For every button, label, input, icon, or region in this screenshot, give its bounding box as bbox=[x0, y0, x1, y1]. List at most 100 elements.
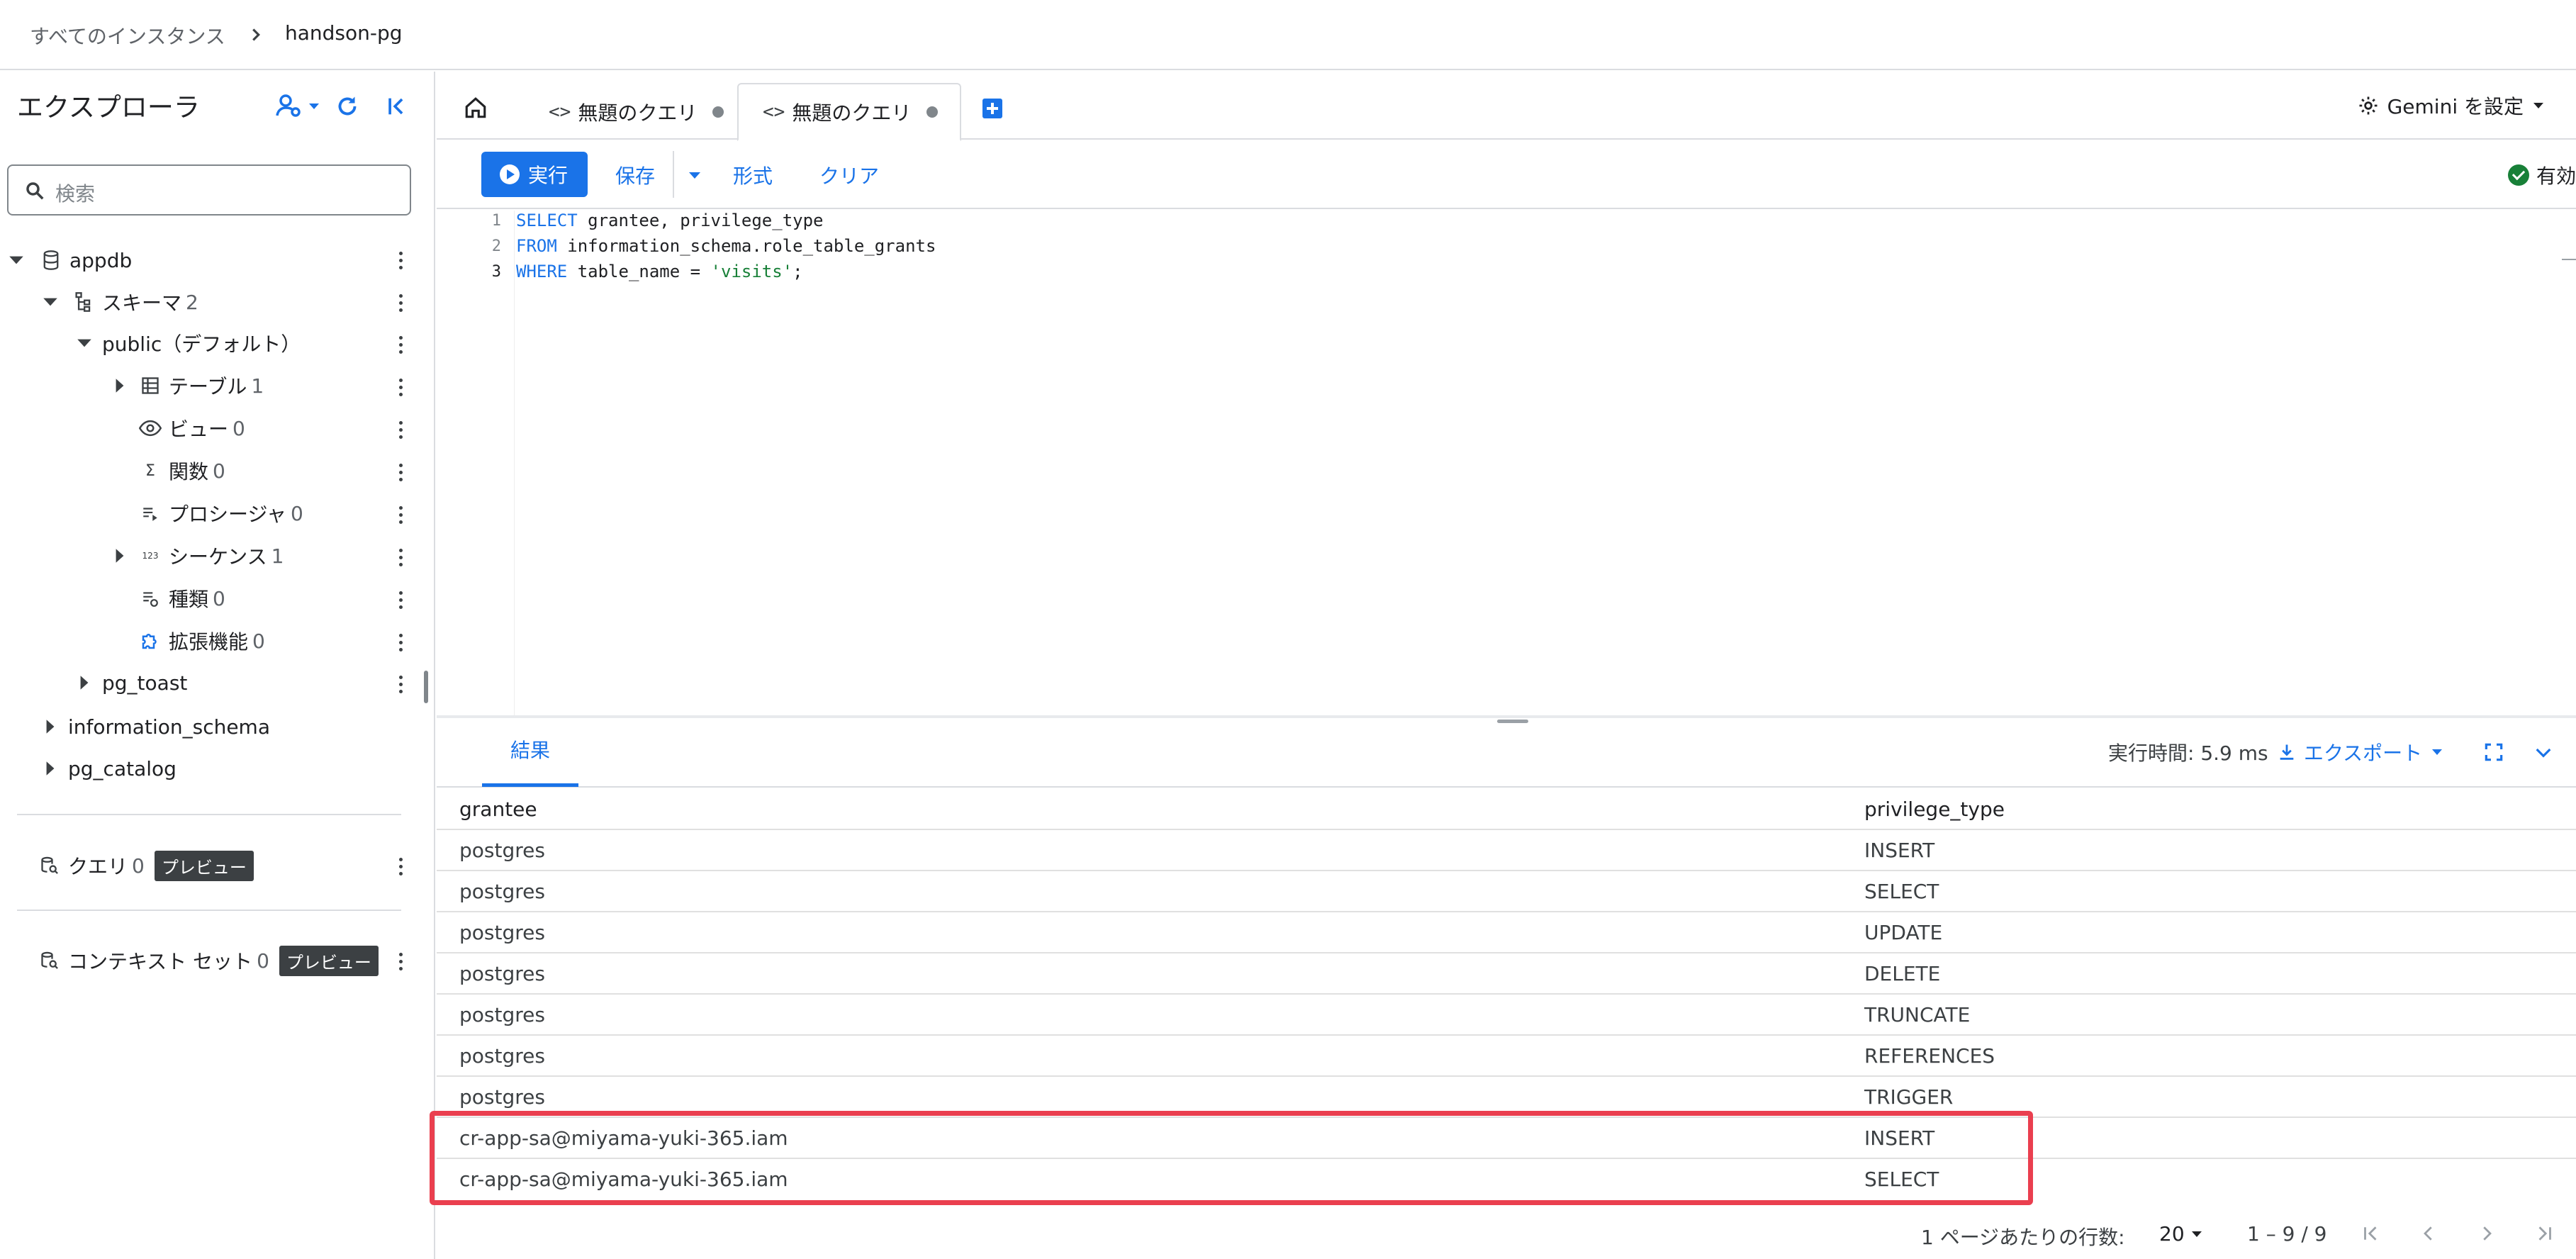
tab-untitled-query-1[interactable]: <> 無題のクエリ bbox=[537, 83, 760, 141]
caret-down-icon[interactable] bbox=[41, 293, 60, 311]
more-options-icon[interactable] bbox=[393, 373, 408, 401]
sql-keyword: SELECT bbox=[516, 211, 578, 230]
manage-users-button[interactable] bbox=[269, 90, 326, 123]
tree-item-procedures[interactable]: プロシージャ 0 bbox=[139, 493, 303, 533]
preview-badge: プレビュー bbox=[154, 850, 254, 881]
export-button[interactable]: エクスポート bbox=[2277, 738, 2443, 766]
tree-item-functions[interactable]: Σ 関数 0 bbox=[139, 451, 225, 491]
tree-item-extensions[interactable]: 拡張機能 0 bbox=[139, 621, 265, 661]
tree-item-public-schema[interactable]: public（デフォルト） bbox=[75, 323, 301, 363]
tab-label: 無題のクエリ bbox=[578, 101, 698, 125]
collapse-results-button[interactable] bbox=[2528, 737, 2559, 768]
query-search-icon bbox=[38, 854, 61, 877]
tree-item-schemas[interactable]: スキーマ 2 bbox=[41, 282, 198, 322]
caret-right-icon[interactable] bbox=[41, 759, 60, 778]
tree-item-information-schema[interactable]: information_schema bbox=[41, 707, 270, 746]
gear-sparkle-icon bbox=[2359, 96, 2378, 115]
tree-item-pg-toast[interactable]: pg_toast bbox=[75, 663, 187, 703]
tab-untitled-query-2[interactable]: <> 無題のクエリ bbox=[737, 83, 961, 141]
previous-page-button[interactable] bbox=[2414, 1219, 2443, 1248]
more-options-icon[interactable] bbox=[393, 330, 408, 359]
first-page-icon bbox=[2364, 1226, 2377, 1241]
collapse-left-icon bbox=[388, 98, 403, 115]
more-options-icon[interactable] bbox=[393, 543, 408, 571]
cell-privilege-type: INSERT bbox=[1864, 1126, 1935, 1150]
explorer-search-input[interactable]: 検索 bbox=[7, 164, 411, 216]
save-button[interactable]: 保存 bbox=[615, 161, 655, 189]
table-row: postgres INSERT bbox=[437, 830, 2576, 871]
more-options-icon[interactable] bbox=[393, 586, 408, 614]
caret-right-icon[interactable] bbox=[41, 717, 60, 736]
more-options-icon[interactable] bbox=[393, 947, 408, 975]
code-line: FROM information_schema.role_table_grant… bbox=[516, 236, 936, 256]
column-header-grantee[interactable]: grantee bbox=[459, 798, 537, 821]
next-page-button[interactable] bbox=[2473, 1219, 2501, 1248]
rows-per-page-label: 1 ページあたりの行数: bbox=[1921, 1226, 2125, 1249]
gemini-settings-button[interactable]: Gemini を設定 bbox=[2358, 91, 2545, 120]
last-page-button[interactable] bbox=[2531, 1219, 2559, 1248]
tree-count: 0 bbox=[257, 949, 269, 973]
more-options-icon[interactable] bbox=[393, 852, 408, 880]
more-options-icon[interactable] bbox=[393, 670, 408, 698]
sql-text: ; bbox=[793, 262, 803, 281]
refresh-button[interactable] bbox=[332, 90, 363, 123]
more-options-icon[interactable] bbox=[393, 628, 408, 656]
tree-count: 0 bbox=[213, 459, 225, 483]
chevron-right-icon bbox=[252, 28, 260, 41]
new-tab-button[interactable] bbox=[982, 99, 1002, 118]
page-size-value: 20 bbox=[2159, 1222, 2185, 1246]
rows-per-page-select[interactable]: 20 bbox=[2159, 1222, 2203, 1246]
preview-badge: プレビュー bbox=[279, 945, 379, 976]
tree-item-tables[interactable]: テーブル 1 bbox=[111, 366, 264, 405]
context-sets-item[interactable]: コンテキスト セット 0 プレビュー bbox=[38, 941, 379, 980]
collapse-panel-button[interactable] bbox=[381, 90, 413, 123]
run-button[interactable]: 実行 bbox=[481, 152, 588, 197]
column-header-privilege-type[interactable]: privilege_type bbox=[1864, 798, 2005, 821]
caret-right-icon[interactable] bbox=[111, 376, 129, 395]
cell-grantee: postgres bbox=[459, 839, 545, 862]
saved-queries-item[interactable]: クエリ 0 プレビュー bbox=[38, 846, 254, 885]
more-options-icon[interactable] bbox=[393, 458, 408, 486]
caret-right-icon[interactable] bbox=[111, 547, 129, 565]
table-icon bbox=[139, 374, 162, 397]
user-settings-icon bbox=[276, 94, 306, 117]
tree-item-sequences[interactable]: 123 シーケンス 1 bbox=[111, 536, 284, 576]
first-page-button[interactable] bbox=[2356, 1219, 2385, 1248]
search-icon bbox=[26, 182, 44, 200]
tree-item-pg-catalog[interactable]: pg_catalog bbox=[41, 749, 177, 788]
sidebar-scrollbar[interactable] bbox=[424, 671, 428, 703]
query-tab-bar: <> 無題のクエリ <> 無題のクエリ Gemini を設定 bbox=[437, 72, 2576, 141]
table-row: postgres TRUNCATE bbox=[437, 995, 2576, 1036]
breadcrumb-all-instances[interactable]: すべてのインスタンス bbox=[30, 21, 225, 50]
caret-right-icon[interactable] bbox=[75, 673, 94, 692]
code-icon: <> bbox=[763, 101, 785, 123]
cell-grantee: postgres bbox=[459, 1085, 545, 1109]
last-page-icon bbox=[2538, 1226, 2551, 1241]
more-options-icon[interactable] bbox=[393, 415, 408, 444]
puzzle-icon bbox=[139, 630, 162, 652]
format-button[interactable]: 形式 bbox=[733, 161, 773, 189]
execution-time: 実行時間: 5.9 ms bbox=[2108, 742, 2268, 765]
fullscreen-button[interactable] bbox=[2478, 737, 2509, 768]
sigma-icon: Σ bbox=[145, 461, 155, 480]
caret-down-icon[interactable] bbox=[7, 251, 26, 269]
sql-text: grantee, privilege_type bbox=[577, 211, 824, 230]
tree-count: 0 bbox=[132, 854, 145, 878]
play-icon bbox=[500, 164, 520, 184]
more-options-icon[interactable] bbox=[393, 289, 408, 317]
clear-button[interactable]: クリア bbox=[819, 161, 879, 189]
more-options-icon[interactable] bbox=[393, 246, 408, 274]
tree-item-views[interactable]: ビュー 0 bbox=[139, 408, 245, 448]
tree-label: シーケンス bbox=[169, 545, 267, 569]
caret-down-icon[interactable] bbox=[75, 334, 94, 352]
tree-item-appdb[interactable]: appdb bbox=[7, 240, 132, 280]
home-tab[interactable] bbox=[464, 96, 488, 123]
tab-results[interactable]: 結果 bbox=[510, 735, 550, 763]
sql-keyword: FROM bbox=[516, 236, 557, 256]
tree-count: 1 bbox=[251, 374, 264, 398]
cell-grantee: cr-app-sa@miyama-yuki-365.iam bbox=[459, 1126, 788, 1150]
more-options-icon[interactable] bbox=[393, 500, 408, 529]
tree-item-types[interactable]: 種類 0 bbox=[139, 578, 225, 618]
sql-editor[interactable]: 1 2 3 SELECT grantee, privilege_type FRO… bbox=[437, 211, 2576, 715]
save-options-dropdown-icon[interactable] bbox=[689, 172, 700, 179]
